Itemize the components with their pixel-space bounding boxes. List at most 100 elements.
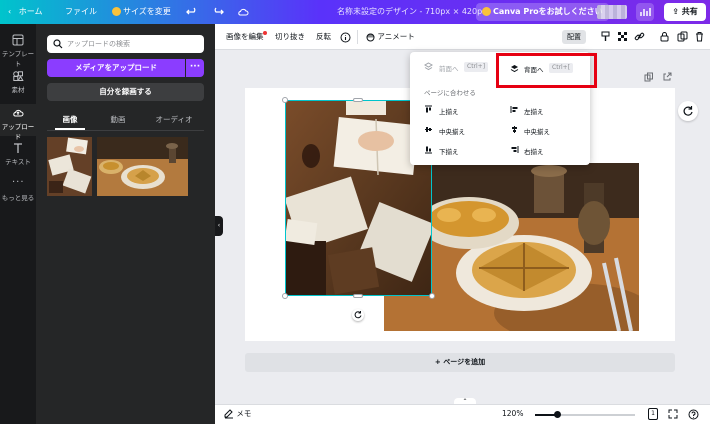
record-yourself-button[interactable]: 自分を録画する [47,83,204,101]
share-page-icon[interactable] [662,72,672,82]
upload-media-button[interactable]: メディアをアップロード [47,59,185,77]
rail-label: もっと見る [1,194,35,202]
home-button[interactable]: ‹ ホーム [8,0,43,24]
refresh-button[interactable] [678,101,698,121]
resize-button[interactable]: サイズを変更 [112,0,171,24]
document-title[interactable]: 名称未設定のデザイン - 710px × 420px [337,0,487,24]
resize-handle-n[interactable] [353,98,363,102]
search-box [47,35,204,53]
arrange-button[interactable]: 配置 [562,30,586,44]
refresh-icon [683,106,693,116]
add-page-button[interactable]: + ページを追加 [245,353,675,372]
rail-item-uploads[interactable]: アップロード [0,104,36,141]
paint-format-icon[interactable] [600,31,611,42]
share-button[interactable]: ⇪ 共有 [664,3,706,21]
notes-label: メモ [236,409,252,418]
home-label: ホーム [18,7,43,16]
help-icon[interactable] [688,404,699,424]
align-top-option[interactable]: 上揃え [439,106,459,116]
bring-forward-shortcut: Ctrl+] [464,62,489,72]
align-to-page-heading: ページに合わせる [424,89,476,97]
top-bar: ‹ ホーム ファイル サイズを変更 名称未設定のデザイン - 710px × 4… [0,0,710,24]
rail-item-more[interactable]: ··· もっと見る [0,178,36,208]
align-right-option[interactable]: 右揃え [524,146,544,156]
duplicate-page-icon[interactable] [644,72,654,82]
rail-item-text[interactable]: テキスト [0,142,36,172]
upload-thumbnail-books[interactable] [47,137,92,196]
rail-label: テンプレート [1,50,35,68]
chevron-left-icon: ‹ [8,7,12,16]
resize-handle-sw[interactable] [282,293,288,299]
uploads-panel: メディアをアップロード ··· 自分を録画する 画像 動画 オーディオ [36,24,215,424]
fullscreen-icon[interactable] [668,404,678,424]
upload-icon [13,109,24,117]
undo-icon[interactable] [186,0,198,24]
duplicate-icon[interactable] [677,31,688,42]
bring-forward-option[interactable]: 前面へ [439,63,459,73]
upload-thumbnail-baklava[interactable] [97,137,188,196]
divider [47,130,204,131]
align-left-icon [510,106,518,113]
rail-label: 素材 [11,86,25,94]
resize-label: サイズを変更 [123,7,171,16]
crown-icon [482,7,491,16]
resize-handle-se[interactable] [429,293,435,299]
animate-icon [366,33,375,41]
edit-image-button[interactable]: 画像を編集 [226,24,264,50]
notes-icon [224,409,233,419]
baklava-photo [97,137,188,196]
rail-item-elements[interactable]: 素材 [0,70,36,100]
tab-videos[interactable]: 動画 [103,114,133,126]
notification-dot [263,31,267,35]
zoom-level[interactable]: 120% [502,404,523,424]
page-count: 1 [648,408,658,420]
animate-button[interactable]: アニメート [366,24,415,50]
tab-images[interactable]: 画像 [55,114,85,126]
rail-item-templates[interactable]: テンプレート [0,34,36,68]
resize-handle-nw[interactable] [282,97,288,103]
highlight-annotation [496,53,597,88]
lock-icon[interactable] [659,31,670,42]
share-label: 共有 [681,7,698,16]
file-menu[interactable]: ファイル [65,0,97,24]
rail-label: アップロード [1,123,35,141]
notes-button[interactable]: メモ [224,404,251,424]
zoom-slider-knob[interactable] [554,411,561,418]
bring-forward-icon [424,62,433,71]
rail-label: テキスト [5,158,31,166]
align-bottom-option[interactable]: 下揃え [439,146,459,156]
template-icon [12,34,24,46]
align-middle-icon [425,127,432,132]
align-left-option[interactable]: 左揃え [524,106,544,116]
animate-label: アニメート [377,32,415,41]
tab-audio[interactable]: オーディオ [149,114,199,126]
insights-button[interactable] [636,3,654,21]
crop-button[interactable]: 切り抜き [275,24,305,50]
bar-chart-icon [640,8,651,16]
crown-icon [112,7,121,16]
try-pro-label: Canva Proをお試しください [493,7,603,16]
search-input[interactable] [67,35,197,53]
try-pro-button[interactable]: Canva Proをお試しください [476,3,609,21]
avatar[interactable] [597,5,627,19]
rotate-icon [354,311,362,319]
collapse-panel-handle[interactable]: ‹ [215,216,223,236]
align-right-icon [511,146,519,153]
align-top-icon [425,105,432,113]
page-count-button[interactable]: 1 [648,404,658,424]
redo-icon[interactable] [212,0,224,24]
align-center-option[interactable]: 中央揃え [524,126,550,136]
link-icon[interactable] [634,31,645,42]
upload-options-button[interactable]: ··· [186,59,204,77]
cloud-sync-icon [237,0,249,24]
books-photo [47,137,92,196]
share-icon: ⇪ [672,7,679,16]
flip-button[interactable]: 反転 [316,24,331,50]
rotate-handle[interactable] [352,309,364,321]
align-middle-option[interactable]: 中央揃え [439,126,465,136]
info-icon[interactable] [340,24,351,50]
resize-handle-s[interactable] [353,294,363,298]
trash-icon[interactable] [694,31,705,42]
align-bottom-icon [425,146,432,154]
transparency-icon[interactable] [617,31,628,42]
